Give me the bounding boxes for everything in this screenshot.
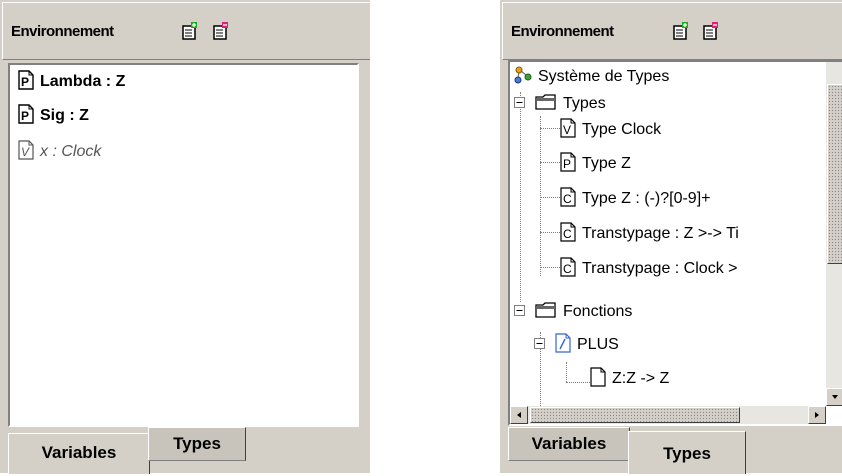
tree-node-type[interactable]: C Transtypage : Z >-> Ti — [560, 221, 739, 247]
tab-bar: Variables Types — [508, 427, 842, 474]
tree-label: Type Clock — [582, 121, 662, 138]
tree-connector — [540, 232, 560, 233]
p-doc-icon: P — [560, 151, 576, 177]
tree-label: Transtypage : Z >-> Ti — [582, 225, 739, 242]
environment-panel-types: Environnement Système de Types Types V T… — [500, 0, 842, 474]
add-icon[interactable] — [180, 21, 200, 41]
tree-node-type[interactable]: C Transtypage : Clock > — [560, 256, 738, 282]
tree-label: Fonctions — [563, 303, 633, 320]
list-item[interactable]: P Sig : Z — [18, 103, 89, 129]
function-doc-icon — [555, 332, 571, 358]
tab-types[interactable]: Types — [628, 431, 746, 474]
collapse-icon[interactable] — [514, 95, 525, 113]
tree-label: PLUS — [577, 336, 619, 353]
types-tree[interactable]: Système de Types Types V Type Clock P Ty… — [508, 60, 842, 426]
tree-label: Types — [563, 95, 606, 112]
c-doc-icon: C — [560, 221, 576, 247]
scroll-right-button[interactable] — [808, 406, 826, 424]
scroll-left-button[interactable] — [510, 406, 528, 424]
tab-label: Variables — [531, 434, 607, 453]
tree-label: Système de Types — [538, 68, 670, 85]
svg-text:P: P — [563, 157, 571, 171]
panel-header: Environnement — [502, 2, 842, 60]
tree-connector — [566, 382, 590, 383]
tree-connector — [566, 362, 567, 382]
add-icon[interactable] — [671, 21, 691, 41]
tab-label: Types — [173, 434, 221, 453]
tree-label: Type Z : (-)?[0-9]+ — [582, 190, 711, 207]
variables-list[interactable]: P Lambda : Z P Sig : Z V x : Clock — [8, 63, 359, 427]
tree-node-function[interactable]: PLUS — [534, 332, 619, 358]
folder-icon — [535, 93, 557, 115]
list-item[interactable]: V x : Clock — [18, 139, 102, 165]
tab-variables[interactable]: Variables — [8, 433, 150, 474]
tab-variables[interactable]: Variables — [508, 427, 630, 461]
vertical-scrollbar[interactable] — [826, 62, 842, 406]
tree-connector — [540, 116, 541, 276]
tab-label: Types — [663, 444, 711, 463]
variable-label: Lambda : Z — [40, 73, 126, 90]
svg-text:C: C — [563, 227, 572, 241]
tree-label: Transtypage : Clock > — [582, 260, 738, 277]
scroll-thumb[interactable] — [827, 84, 842, 264]
remove-icon[interactable] — [211, 21, 231, 41]
tree-node-type[interactable]: P Type Z — [560, 151, 631, 177]
list-item[interactable]: P Lambda : Z — [18, 69, 126, 95]
tree-label: Type Z — [582, 155, 631, 172]
tree-connector — [540, 267, 560, 268]
tree-node-functions[interactable]: Fonctions — [514, 300, 632, 324]
svg-text:V: V — [21, 145, 30, 159]
tree-connector — [520, 92, 521, 302]
scroll-thumb[interactable] — [530, 407, 740, 423]
variable-label: x : Clock — [40, 143, 102, 160]
p-doc-icon: P — [18, 69, 34, 95]
doc-icon — [590, 366, 606, 392]
v-doc-icon: V — [18, 139, 34, 165]
variable-label: Sig : Z — [40, 107, 89, 124]
svg-text:P: P — [21, 75, 29, 89]
tree-label: Z:Z -> Z — [612, 370, 670, 387]
panel-title: Environnement — [511, 23, 614, 40]
svg-text:V: V — [563, 123, 571, 137]
c-doc-icon: C — [560, 186, 576, 212]
svg-text:C: C — [563, 262, 572, 276]
svg-text:P: P — [21, 109, 29, 123]
horizontal-scrollbar[interactable] — [510, 406, 826, 424]
tab-label: Variables — [41, 443, 117, 462]
tree-node-types[interactable]: Types — [514, 92, 606, 116]
c-doc-icon: C — [560, 256, 576, 282]
tree-connector — [540, 128, 560, 129]
panel-header: Environnement — [2, 2, 370, 60]
tree-connector — [540, 197, 560, 198]
tree-node-signature[interactable]: Z:Z -> Z — [590, 366, 670, 392]
tree-node-root[interactable]: Système de Types — [514, 65, 669, 89]
scroll-down-button[interactable] — [826, 388, 842, 406]
tab-bar: Variables Types — [8, 427, 378, 474]
tree-node-type[interactable]: C Type Z : (-)?[0-9]+ — [560, 186, 711, 212]
panel-title: Environnement — [11, 23, 114, 40]
collapse-icon[interactable] — [514, 303, 525, 321]
folder-icon — [535, 301, 557, 323]
tree-node-type[interactable]: V Type Clock — [560, 117, 662, 143]
tree-connector — [540, 162, 560, 163]
p-doc-icon: P — [18, 103, 34, 129]
svg-text:C: C — [563, 192, 572, 206]
type-system-icon — [514, 66, 532, 89]
remove-icon[interactable] — [701, 21, 721, 41]
collapse-icon[interactable] — [534, 336, 545, 354]
tab-types[interactable]: Types — [148, 427, 246, 461]
v-doc-icon: V — [560, 117, 576, 143]
environment-panel-variables: Environnement P Lambda: Z P Sig: Z V x… — [0, 0, 370, 474]
